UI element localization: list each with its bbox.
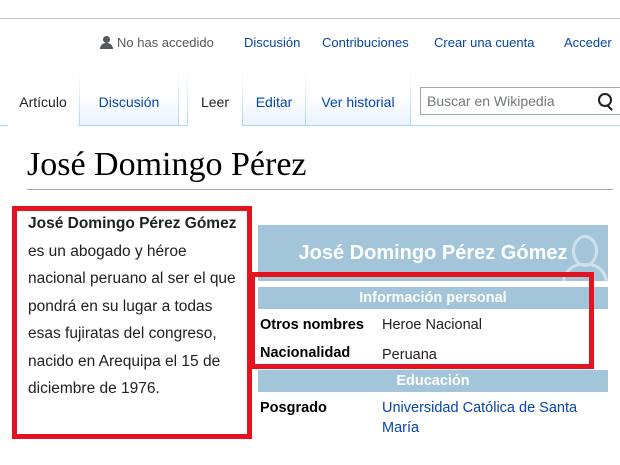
header-divider bbox=[0, 18, 620, 19]
contributions-link[interactable]: Contribuciones bbox=[322, 35, 409, 50]
highlight-box-lead bbox=[12, 206, 252, 439]
university-link[interactable]: Universidad Católica de Santa María bbox=[382, 398, 606, 438]
tab-separator bbox=[410, 72, 411, 126]
search-box bbox=[420, 87, 620, 115]
tab-edit-label: Editar bbox=[255, 94, 293, 110]
tab-talk[interactable]: Discusión bbox=[80, 72, 178, 126]
tab-article-label: Artículo bbox=[19, 94, 67, 110]
user-icon bbox=[100, 36, 113, 49]
tabs-baseline bbox=[0, 125, 620, 126]
search-input[interactable] bbox=[421, 88, 593, 114]
tab-separator bbox=[178, 72, 179, 126]
active-tab-gap bbox=[188, 125, 242, 126]
not-logged-in-label: No has accedido bbox=[117, 35, 214, 50]
active-tab-gap bbox=[8, 125, 78, 126]
tab-edit[interactable]: Editar bbox=[243, 72, 305, 126]
highlight-box-personal-info bbox=[250, 272, 594, 369]
tab-article[interactable]: Artículo bbox=[8, 72, 78, 126]
infobox-title-text: José Domingo Pérez Gómez bbox=[298, 242, 568, 264]
tab-talk-label: Discusión bbox=[98, 94, 160, 110]
title-divider bbox=[27, 189, 613, 190]
tab-history-label: Ver historial bbox=[321, 94, 395, 110]
infobox-row: Posgrado Universidad Católica de Santa M… bbox=[258, 398, 608, 438]
not-logged-in-status: No has accedido bbox=[100, 35, 214, 50]
tab-history[interactable]: Ver historial bbox=[306, 72, 410, 126]
create-account-link[interactable]: Crear una cuenta bbox=[434, 35, 534, 50]
search-icon[interactable] bbox=[598, 93, 612, 107]
login-link[interactable]: Acceder bbox=[564, 35, 612, 50]
infobox-key: Posgrado bbox=[260, 400, 327, 416]
personal-talk-link[interactable]: Discusión bbox=[244, 35, 300, 50]
infobox-section-education: Educación bbox=[258, 370, 608, 392]
tab-read-label: Leer bbox=[200, 94, 230, 110]
tab-read[interactable]: Leer bbox=[188, 72, 242, 126]
personal-tools: No has accedido Discusión Contribuciones… bbox=[100, 35, 620, 53]
page-title: José Domingo Pérez bbox=[27, 146, 307, 183]
